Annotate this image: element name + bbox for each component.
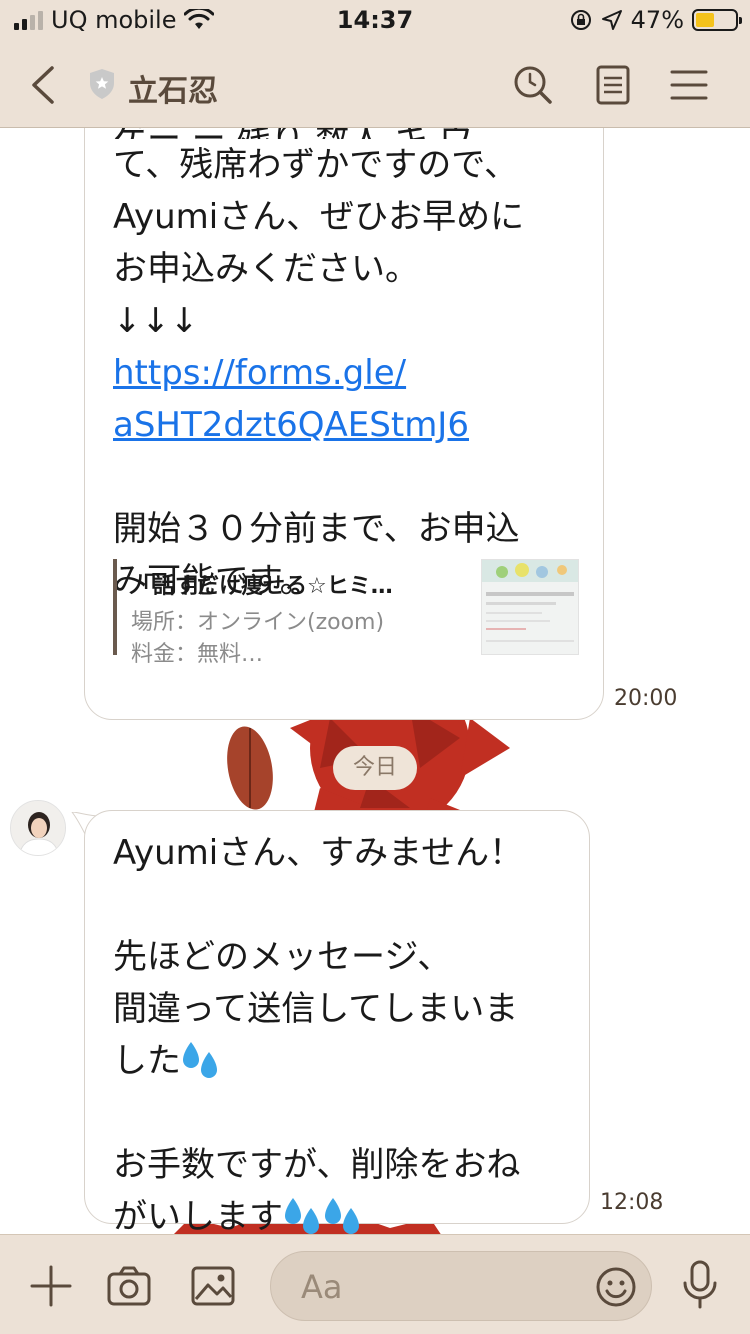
message-line: ↓↓↓ xyxy=(113,301,199,341)
sweat-droplets-icon xyxy=(183,1042,217,1078)
sender-avatar[interactable] xyxy=(10,800,66,856)
message-line: Ayumiさん、すみません！ xyxy=(113,833,524,873)
rotation-lock-icon xyxy=(570,10,591,30)
battery-level xyxy=(696,13,714,27)
battery-icon xyxy=(692,9,742,31)
battery-percent: 47% xyxy=(630,6,684,34)
form-link-continued[interactable]: aSHT2dzt6QAEStmJ6 xyxy=(113,399,583,451)
back-arrow-icon[interactable] xyxy=(28,64,58,106)
message-line: した xyxy=(113,1041,181,1081)
message-line: て、残席わずかですので、 xyxy=(113,145,518,185)
notes-icon[interactable] xyxy=(590,62,636,108)
message-line: がいします xyxy=(113,1197,283,1234)
sweat-droplets-icon xyxy=(325,1198,359,1234)
location-icon xyxy=(601,10,622,30)
preview-accent-bar xyxy=(113,559,117,655)
message-bubble[interactable]: ゲー ー 残り 数人 キ ウ て、残席わずかですので、 Ayumiさん、ぜひお早… xyxy=(84,128,604,720)
status-right: 47% xyxy=(569,6,742,34)
message-text: Ayumiさん、すみません！ 先ほどのメッセージ、 間違って送信してしまいま し… xyxy=(113,827,573,1234)
status-bar: UQ mobile 14:37 47% xyxy=(0,0,750,42)
chat-area[interactable]: ゲー ー 残り 数人 キ ウ て、残席わずかですので、 Ayumiさん、ぜひお早… xyxy=(0,128,750,1234)
sweat-droplets-icon xyxy=(285,1198,319,1234)
message-time: 12:08 xyxy=(600,1190,664,1215)
form-link[interactable]: https://forms.gle/ xyxy=(113,347,583,399)
message-line: お手数ですが、削除をおね xyxy=(113,1145,521,1185)
message-line: お申込みください。 xyxy=(113,249,419,289)
image-icon[interactable] xyxy=(190,1263,236,1309)
message-line-with-emoji: がいします xyxy=(113,1191,573,1234)
preview-fee: 料金：無料… xyxy=(131,642,264,667)
message-cut-line: ゲー ー 残り 数人 キ ウ xyxy=(113,128,473,139)
composer-bar xyxy=(0,1234,750,1334)
emoji-icon[interactable] xyxy=(595,1266,637,1308)
message-line: 先ほどのメッセージ、 xyxy=(113,937,452,977)
message-line: 間違って送信してしまいま xyxy=(113,989,519,1029)
message-input-box[interactable] xyxy=(270,1251,652,1321)
message-line: 開始３０分前まで、お申込 xyxy=(113,509,520,549)
search-icon[interactable] xyxy=(510,62,556,108)
menu-icon[interactable] xyxy=(666,62,712,108)
date-separator: 今日 xyxy=(333,746,417,790)
camera-icon[interactable] xyxy=(106,1263,152,1309)
chat-title: 立石忍 xyxy=(128,74,218,109)
message-line-with-emoji: した xyxy=(113,1035,573,1087)
chat-screen: UQ mobile 14:37 47% 立石忍 て、残席わずかですので、 Ayu… xyxy=(0,0,750,1334)
preview-thumbnail xyxy=(481,559,579,655)
plus-icon[interactable] xyxy=(28,1263,74,1309)
link-preview-card[interactable]: 「話すだけ痩せる☆ヒミ… 場所：オンライン(zoom) 料金：無料… xyxy=(113,559,579,667)
message-bubble[interactable]: Ayumiさん、すみません！ 先ほどのメッセージ、 間違って送信してしまいま し… xyxy=(84,810,590,1234)
chat-header: 立石忍 xyxy=(0,42,750,128)
official-shield-icon xyxy=(90,69,114,99)
message-text: て、残席わずかですので、 Ayumiさん、ぜひお早めに お申込みください。 ↓↓… xyxy=(113,139,583,607)
message-line: Ayumiさん、ぜひお早めに xyxy=(113,197,525,237)
message-time: 20:00 xyxy=(614,686,678,711)
message-input[interactable] xyxy=(301,1266,601,1308)
microphone-icon[interactable] xyxy=(680,1259,720,1311)
